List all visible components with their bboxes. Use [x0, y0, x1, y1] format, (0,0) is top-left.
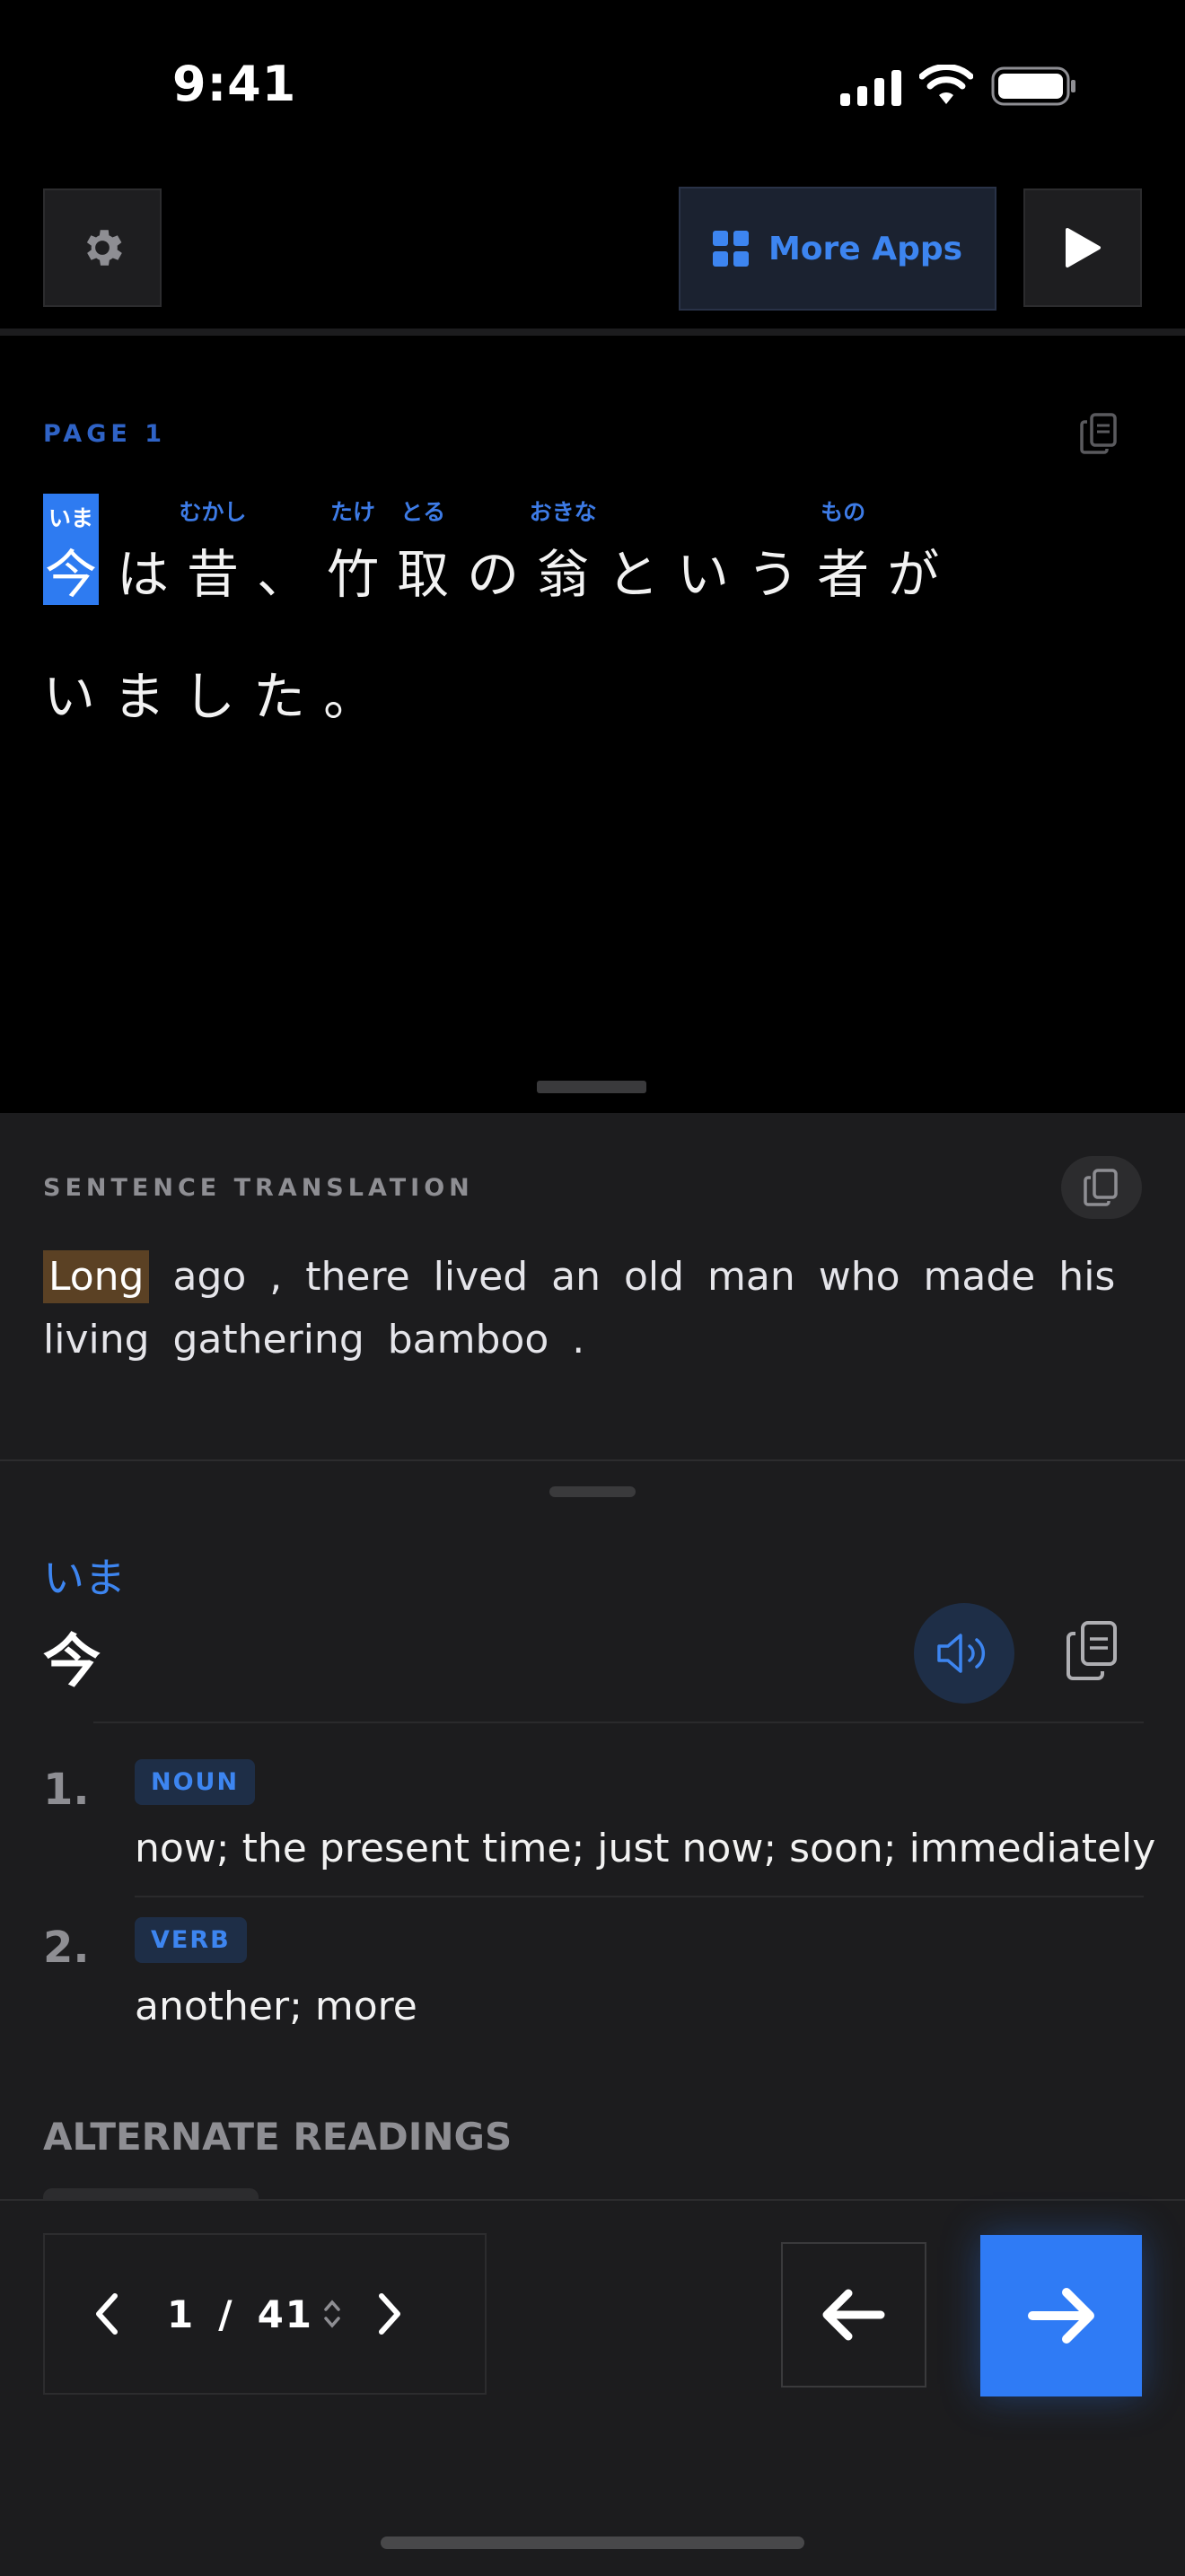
- word-text: い: [677, 544, 730, 605]
- sense-number: 2.: [43, 1923, 90, 1973]
- battery-icon: [991, 66, 1077, 106]
- word-token[interactable]: う: [747, 544, 799, 605]
- home-indicator: [381, 2537, 804, 2549]
- word-text: と: [607, 544, 660, 605]
- dictionary-headword: 今: [43, 1629, 101, 1695]
- word-token[interactable]: い: [43, 666, 95, 727]
- word-token[interactable]: 者もの: [817, 499, 870, 605]
- part-of-speech-badge: VERB: [135, 1917, 247, 1963]
- panel-handle[interactable]: [549, 1486, 636, 1497]
- copy-word-button[interactable]: [1065, 1619, 1120, 1682]
- chevron-left-icon[interactable]: [93, 2292, 120, 2335]
- resize-handle[interactable]: [537, 1081, 646, 1093]
- word-token[interactable]: し: [183, 666, 235, 727]
- chevron-right-icon[interactable]: [376, 2292, 403, 2335]
- next-sentence-button[interactable]: [980, 2235, 1142, 2396]
- translation-text: Long ago , there lived an old man who ma…: [43, 1246, 1120, 1371]
- translation-rest: ago , there lived an old man who made hi…: [43, 1254, 1116, 1362]
- sense-gloss: now; the present time; just now; soon; i…: [135, 1826, 1156, 1871]
- word-token[interactable]: は: [117, 544, 169, 605]
- word-token[interactable]: が: [887, 544, 939, 605]
- signal-icon: [840, 70, 901, 106]
- word-token[interactable]: と: [607, 544, 659, 605]
- wifi-icon: [919, 65, 973, 106]
- page-label: PAGE 1: [43, 420, 166, 448]
- furigana: もの: [821, 499, 866, 525]
- word-text: う: [747, 544, 800, 605]
- word-token[interactable]: 翁おきな: [530, 499, 597, 605]
- word-token[interactable]: ま: [113, 666, 165, 727]
- dictionary-reading: いま: [43, 1554, 126, 1602]
- total-pages: 41: [257, 2291, 314, 2336]
- copy-page-icon[interactable]: [1079, 411, 1119, 456]
- japanese-line-2: いました。: [43, 666, 393, 727]
- word-text: が: [887, 544, 940, 605]
- word-token[interactable]: い: [677, 544, 729, 605]
- settings-button[interactable]: [43, 188, 162, 307]
- grid-icon: [712, 231, 749, 267]
- sort-chevrons-icon: [322, 2298, 342, 2330]
- alternate-readings-heading: ALTERNATE READINGS: [43, 2115, 513, 2159]
- word-token[interactable]: 。: [323, 666, 375, 727]
- translation-label: SENTENCE TRANSLATION: [43, 1174, 474, 1202]
- word-text: 竹: [327, 544, 380, 605]
- word-token[interactable]: 竹たけ: [327, 499, 380, 605]
- play-button[interactable]: [1023, 188, 1142, 307]
- word-text: は: [117, 544, 170, 605]
- word-text: 者: [817, 544, 870, 605]
- play-icon: [1066, 228, 1101, 267]
- toolbar-divider: [0, 329, 1185, 336]
- pronounce-button[interactable]: [914, 1603, 1014, 1704]
- furigana: いま: [43, 494, 100, 544]
- gear-icon: [86, 230, 122, 266]
- sense-gloss: another; more: [135, 1984, 417, 2029]
- word-text: の: [467, 544, 520, 605]
- word-text: 取: [397, 544, 450, 605]
- word-text: 、: [257, 544, 310, 605]
- speaker-icon: [937, 1634, 986, 1673]
- arrow-right-icon: [1028, 2288, 1094, 2344]
- part-of-speech-badge: NOUN: [135, 1759, 256, 1805]
- furigana: おきな: [529, 499, 597, 525]
- page-separator: /: [218, 2291, 234, 2336]
- word-text: 翁: [537, 544, 590, 605]
- sense-number: 1.: [43, 1765, 90, 1815]
- word-text: 昔: [187, 544, 240, 605]
- furigana: むかし: [179, 499, 247, 525]
- arrow-left-icon: [822, 2289, 885, 2341]
- highlighted-word[interactable]: Long: [43, 1250, 150, 1303]
- word-token[interactable]: の: [467, 544, 519, 605]
- current-page: 1: [167, 2291, 196, 2336]
- status-time: 9:41: [172, 56, 297, 112]
- furigana: たけ: [330, 499, 376, 525]
- word-token[interactable]: 取とる: [397, 499, 450, 605]
- japanese-line-1: 今いまは昔 むかし、竹 たけ取 とるの翁 おきなという者 ものが: [43, 494, 957, 605]
- previous-sentence-button[interactable]: [781, 2242, 926, 2388]
- word-text: 今: [45, 544, 98, 605]
- copy-icon: [1084, 1169, 1118, 1206]
- selected-word[interactable]: 今いま: [43, 494, 100, 605]
- divider: [93, 1722, 1144, 1723]
- word-token[interactable]: た: [253, 666, 305, 727]
- furigana: とる: [400, 499, 446, 525]
- more-apps-button[interactable]: More Apps: [679, 187, 996, 311]
- word-token[interactable]: 昔むかし: [180, 499, 247, 605]
- divider: [135, 1896, 1144, 1897]
- page-picker[interactable]: 1 / 41: [43, 2233, 487, 2395]
- more-apps-label: More Apps: [768, 230, 963, 267]
- copy-icon: [1066, 1621, 1117, 1680]
- word-token[interactable]: 、: [257, 544, 309, 605]
- copy-translation-button[interactable]: [1061, 1156, 1142, 1219]
